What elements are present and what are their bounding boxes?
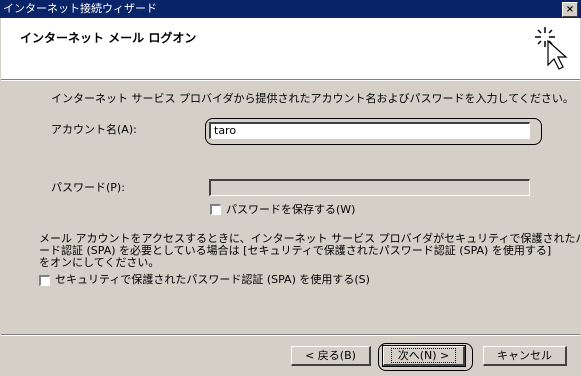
title-bar: インターネット接続ウィザード × <box>0 0 581 18</box>
next-button[interactable]: 次へ(N) > <box>382 345 466 367</box>
window-title: インターネット接続ウィザード <box>3 2 157 15</box>
password-label: パスワード(P): <box>51 181 125 194</box>
close-button[interactable]: × <box>562 2 578 17</box>
next-button-label: 次へ(N) > <box>390 348 457 363</box>
account-name-input[interactable]: taro <box>209 122 530 139</box>
spa-description-line3: をオンにしてください。 <box>39 256 160 269</box>
footer-divider <box>1 334 580 336</box>
spa-checkbox-label[interactable]: セキュリティで保護されたパスワード認証 (SPA) を使用する(S) <box>55 273 370 287</box>
intro-text: インターネット サービス プロバイダから提供されたアカウント名およびパスワードを… <box>51 92 574 105</box>
save-password-checkbox[interactable] <box>210 204 221 215</box>
wizard-header: インターネット メール ログオン <box>1 18 580 79</box>
wizard-sparkle-icon <box>535 27 568 70</box>
account-label: アカウント名(A): <box>51 123 137 136</box>
cancel-button[interactable]: キャンセル <box>483 346 567 366</box>
save-password-label[interactable]: パスワードを保存する(W) <box>226 203 355 217</box>
page-title: インターネット メール ログオン <box>20 31 197 45</box>
password-input[interactable] <box>209 179 530 196</box>
back-button[interactable]: < 戻る(B) <box>291 346 371 366</box>
spa-checkbox[interactable] <box>39 275 50 286</box>
header-divider <box>1 79 580 81</box>
